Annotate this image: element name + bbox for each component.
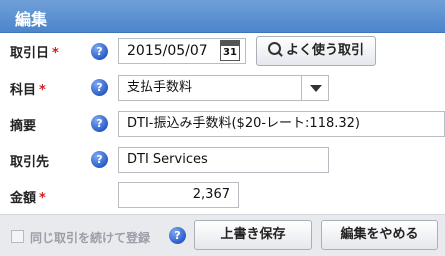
question-circle-icon[interactable]: ?	[91, 115, 108, 132]
partner-input[interactable]: DTI Services	[118, 147, 329, 173]
chevron-down-icon[interactable]	[301, 75, 328, 101]
row-amount: 金額 * 2,367	[0, 177, 445, 213]
magnifier-icon	[267, 42, 281, 55]
cancel-edit-button[interactable]: 編集をやめる	[321, 220, 438, 250]
summary-label: 摘要	[10, 119, 37, 134]
question-circle-icon[interactable]: ?	[91, 79, 108, 96]
edit-form: 取引日 * ? 2015/05/07 31 よく使う取引 科目 * ? 支払手数料 …	[0, 33, 445, 214]
required-mark: *	[52, 46, 59, 61]
continue-register-label: 同じ取引を続けて登録	[30, 231, 151, 245]
question-circle-icon[interactable]: ?	[91, 151, 108, 168]
amount-label: 金額 *	[10, 191, 46, 206]
dialog-footer: 同じ取引を続けて登録 ? 上書き保存 編集をやめる	[0, 214, 445, 256]
row-account: 科目 * ? 支払手数料	[0, 69, 445, 105]
row-partner: 取引先 ? DTI Services	[0, 141, 445, 177]
continue-register-checkbox[interactable]	[11, 230, 24, 243]
partner-label: 取引先	[10, 155, 50, 170]
date-label: 取引日 *	[10, 46, 59, 61]
required-mark: *	[39, 83, 46, 98]
required-mark: *	[39, 191, 46, 206]
save-button[interactable]: 上書き保存	[194, 220, 312, 250]
row-date: 取引日 * ? 2015/05/07 31 よく使う取引	[0, 33, 445, 69]
account-label: 科目 *	[10, 83, 46, 98]
row-summary: 摘要 ? DTI-振込み手数料($20-レート:118.32)	[0, 105, 445, 141]
question-circle-icon[interactable]: ?	[91, 43, 108, 60]
favorite-transactions-button[interactable]: よく使う取引	[256, 36, 376, 66]
calendar-icon[interactable]: 31	[220, 40, 240, 61]
account-select[interactable]: 支払手数料	[118, 75, 329, 101]
amount-input[interactable]: 2,367	[118, 182, 239, 208]
dialog-titlebar: 編集	[0, 0, 445, 33]
summary-input[interactable]: DTI-振込み手数料($20-レート:118.32)	[118, 111, 445, 137]
dialog-title: 編集	[15, 10, 48, 29]
question-circle-icon[interactable]: ?	[169, 227, 186, 244]
